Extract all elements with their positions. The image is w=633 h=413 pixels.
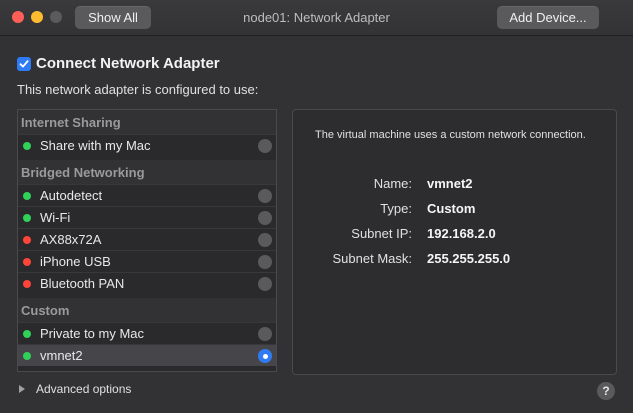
status-dot-green — [23, 191, 31, 200]
detail-subnet-ip-row: Subnet IP: 192.168.2.0 — [293, 226, 618, 244]
list-item-label: iPhone USB — [40, 254, 111, 269]
status-dot-red — [23, 257, 31, 266]
connect-adapter-row[interactable]: Connect Network Adapter — [17, 55, 220, 72]
details-description: The virtual machine uses a custom networ… — [315, 129, 586, 141]
radio-button[interactable] — [258, 211, 272, 225]
help-button[interactable]: ? — [597, 382, 615, 400]
status-dot-green — [23, 141, 31, 150]
radio-button[interactable] — [258, 189, 272, 203]
list-item-bluetooth-pan[interactable]: Bluetooth PAN — [18, 272, 276, 294]
list-item-label: Bluetooth PAN — [40, 276, 125, 291]
list-item-label: Autodetect — [40, 188, 103, 203]
radio-button[interactable] — [258, 327, 272, 341]
connect-checkbox[interactable] — [17, 56, 31, 71]
checkmark-icon — [19, 59, 29, 67]
list-item-wi-fi[interactable]: Wi-Fi — [18, 206, 276, 228]
group-header-bridged-networking: Bridged Networking — [18, 160, 276, 184]
detail-label: Name: — [373, 176, 412, 191]
list-item-label: Private to my Mac — [40, 326, 145, 341]
group-header-internet-sharing: Internet Sharing — [18, 110, 276, 134]
detail-type-row: Type: Custom — [293, 201, 618, 219]
detail-value: 255.255.255.0 — [427, 251, 511, 266]
connect-label: Connect Network Adapter — [36, 55, 220, 72]
disclosure-triangle-icon[interactable] — [19, 385, 25, 393]
detail-value: vmnet2 — [427, 176, 473, 191]
network-list: Internet Sharing Share with my Mac Bridg… — [17, 109, 277, 372]
add-device-button[interactable]: Add Device... — [497, 6, 599, 29]
radio-button[interactable] — [258, 233, 272, 247]
detail-label: Type: — [380, 201, 412, 216]
list-item-label: AX88x72A — [40, 232, 102, 247]
list-item-label: Wi-Fi — [40, 210, 71, 225]
status-dot-green — [23, 329, 31, 338]
detail-subnet-mask-row: Subnet Mask: 255.255.255.0 — [293, 251, 618, 269]
detail-value: Custom — [427, 201, 476, 216]
radio-button[interactable] — [258, 139, 272, 153]
group-header-custom: Custom — [18, 298, 276, 322]
list-item-vmnet2[interactable]: vmnet2 — [18, 344, 276, 366]
details-panel: The virtual machine uses a custom networ… — [292, 109, 617, 375]
list-item-label: Share with my Mac — [40, 138, 151, 153]
detail-label: Subnet IP: — [351, 226, 412, 241]
status-dot-green — [23, 351, 31, 360]
list-item-autodetect[interactable]: Autodetect — [18, 184, 276, 206]
title-bar: Show All node01: Network Adapter Add Dev… — [0, 0, 633, 36]
status-dot-red — [23, 235, 31, 244]
list-item-ax88x72a[interactable]: AX88x72A — [18, 228, 276, 250]
adapter-subtitle: This network adapter is configured to us… — [17, 82, 259, 97]
advanced-options-label: Advanced options — [36, 382, 132, 396]
advanced-options-disclosure[interactable]: Advanced options — [19, 382, 131, 396]
list-item-iphone-usb[interactable]: iPhone USB — [18, 250, 276, 272]
detail-label: Subnet Mask: — [332, 251, 413, 266]
radio-button[interactable] — [258, 277, 272, 291]
detail-name-row: Name: vmnet2 — [293, 176, 618, 194]
radio-button[interactable] — [258, 255, 272, 269]
status-dot-green — [23, 213, 31, 222]
detail-value: 192.168.2.0 — [427, 226, 496, 241]
list-item-label: vmnet2 — [40, 348, 83, 363]
list-item-share-with-my-mac[interactable]: Share with my Mac — [18, 134, 276, 156]
network-adapter-window: Show All node01: Network Adapter Add Dev… — [0, 0, 633, 413]
list-item-private-to-my-mac[interactable]: Private to my Mac — [18, 322, 276, 344]
status-dot-red — [23, 279, 31, 288]
radio-button-selected[interactable] — [258, 349, 272, 363]
